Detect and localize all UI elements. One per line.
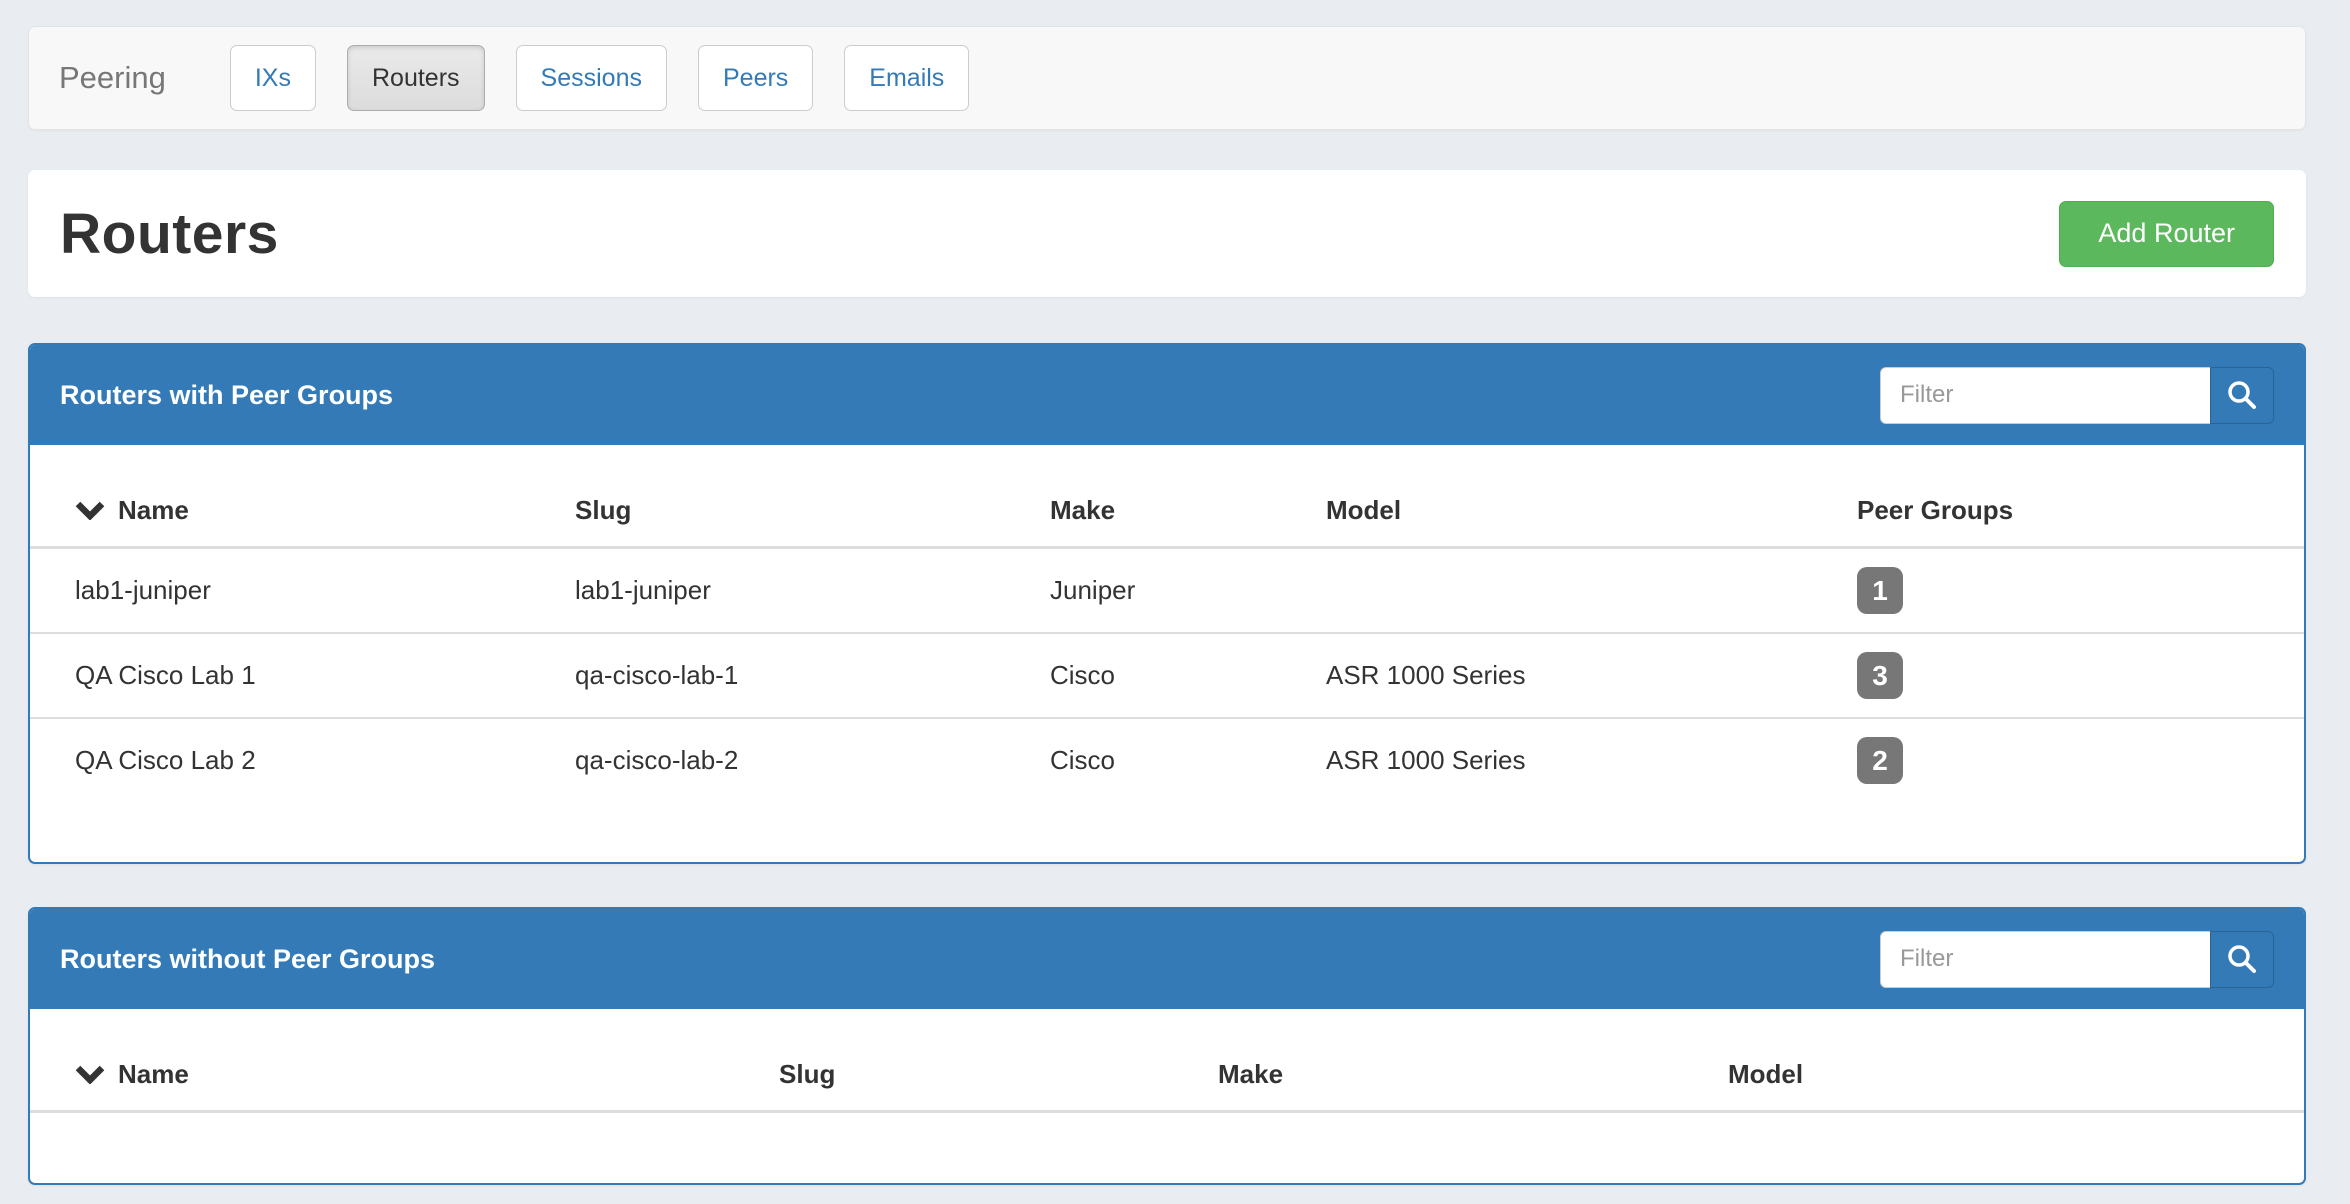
- search-icon: [2226, 379, 2258, 411]
- cell-model: ASR 1000 Series: [1281, 718, 1812, 802]
- table-row: QA Cisco Lab 2 qa-cisco-lab-2 Cisco ASR …: [30, 718, 2304, 802]
- panel-heading: Routers without Peer Groups: [30, 909, 2304, 1009]
- filter-input[interactable]: [1880, 367, 2211, 424]
- search-icon: [2226, 943, 2258, 975]
- nav-tab-peers[interactable]: Peers: [698, 45, 813, 111]
- page-header-card: Routers Add Router: [28, 170, 2306, 297]
- panel-title: Routers with Peer Groups: [60, 380, 393, 411]
- nav-tab-ixs[interactable]: IXs: [230, 45, 316, 111]
- table-header-row: Name Slug Make Model Peer Groups: [30, 445, 2304, 548]
- cell-peer-groups: 2: [1812, 718, 2304, 802]
- peer-groups-count-badge: 2: [1857, 737, 1903, 784]
- column-header-model[interactable]: Model: [1683, 1009, 2304, 1112]
- column-header-name[interactable]: Name: [30, 445, 530, 548]
- panel-body: Name Slug Make Model: [30, 1009, 2304, 1183]
- panel-title: Routers without Peer Groups: [60, 944, 435, 975]
- cell-name: lab1-juniper: [30, 548, 530, 634]
- nav-tab-sessions[interactable]: Sessions: [516, 45, 667, 111]
- chevron-down-icon: [75, 1065, 105, 1084]
- nav-tab-routers[interactable]: Routers: [347, 45, 485, 111]
- cell-slug: qa-cisco-lab-2: [530, 718, 1005, 802]
- panel-heading: Routers with Peer Groups: [30, 345, 2304, 445]
- table-bottom-space: [30, 802, 2304, 862]
- column-header-slug[interactable]: Slug: [734, 1009, 1173, 1112]
- panel-body: Name Slug Make Model Peer Groups lab1-ju…: [30, 445, 2304, 862]
- column-header-peer-groups[interactable]: Peer Groups: [1812, 445, 2304, 548]
- cell-name: QA Cisco Lab 1: [30, 633, 530, 718]
- filter-group: [1880, 931, 2274, 988]
- nav-tab-emails[interactable]: Emails: [844, 45, 969, 111]
- search-button[interactable]: [2210, 931, 2274, 988]
- filter-input[interactable]: [1880, 931, 2211, 988]
- panel-routers-without-peer-groups: Routers without Peer Groups: [28, 907, 2306, 1185]
- table-header-row: Name Slug Make Model: [30, 1009, 2304, 1112]
- column-header-make[interactable]: Make: [1173, 1009, 1683, 1112]
- cell-model: [1281, 548, 1812, 634]
- cell-slug: qa-cisco-lab-1: [530, 633, 1005, 718]
- routers-with-peer-groups-table: Name Slug Make Model Peer Groups lab1-ju…: [30, 445, 2304, 802]
- cell-slug: lab1-juniper: [530, 548, 1005, 634]
- cell-peer-groups: 1: [1812, 548, 2304, 634]
- panel-routers-with-peer-groups: Routers with Peer Groups: [28, 343, 2306, 864]
- add-router-button[interactable]: Add Router: [2059, 201, 2274, 267]
- cell-peer-groups: 3: [1812, 633, 2304, 718]
- chevron-down-icon: [75, 501, 105, 520]
- cell-make: Juniper: [1005, 548, 1281, 634]
- cell-make: Cisco: [1005, 718, 1281, 802]
- search-button[interactable]: [2210, 367, 2274, 424]
- table-row: QA Cisco Lab 1 qa-cisco-lab-1 Cisco ASR …: [30, 633, 2304, 718]
- filter-group: [1880, 367, 2274, 424]
- column-header-make[interactable]: Make: [1005, 445, 1281, 548]
- column-header-slug[interactable]: Slug: [530, 445, 1005, 548]
- cell-name: QA Cisco Lab 2: [30, 718, 530, 802]
- page-container: Peering IXs Routers Sessions Peers Email…: [28, 0, 2306, 1185]
- cell-make: Cisco: [1005, 633, 1281, 718]
- app-brand-link[interactable]: Peering: [59, 60, 166, 96]
- table-bottom-space: [30, 1113, 2304, 1183]
- page-title: Routers: [60, 201, 279, 267]
- top-navbar: Peering IXs Routers Sessions Peers Email…: [28, 26, 2306, 130]
- nav-button-group: IXs Routers Sessions Peers Emails: [230, 45, 1000, 111]
- peer-groups-count-badge: 3: [1857, 652, 1903, 699]
- column-header-model[interactable]: Model: [1281, 445, 1812, 548]
- column-header-name[interactable]: Name: [30, 1009, 734, 1112]
- cell-model: ASR 1000 Series: [1281, 633, 1812, 718]
- table-row: lab1-juniper lab1-juniper Juniper 1: [30, 548, 2304, 634]
- routers-without-peer-groups-table: Name Slug Make Model: [30, 1009, 2304, 1113]
- peer-groups-count-badge: 1: [1857, 567, 1903, 614]
